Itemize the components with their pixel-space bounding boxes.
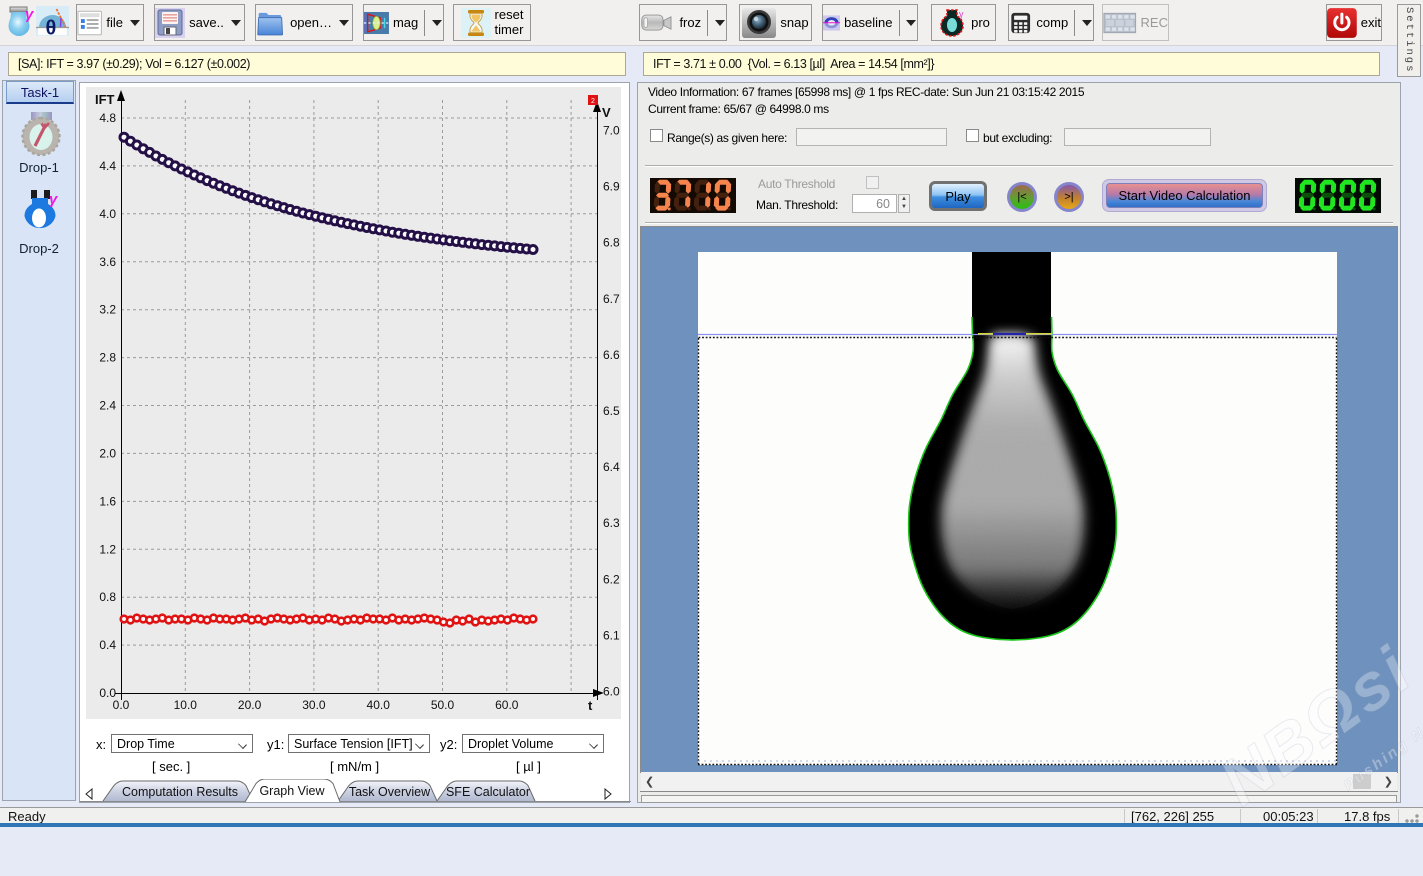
svg-text:3.6: 3.6: [99, 255, 116, 269]
svg-text:Graph View: Graph View: [259, 784, 325, 798]
svg-text:SFE Calculator: SFE Calculator: [446, 785, 530, 799]
svg-text:6.4: 6.4: [603, 460, 620, 474]
svg-text:6.5: 6.5: [603, 404, 620, 418]
svg-text:1.2: 1.2: [99, 542, 116, 556]
svg-text:6.6: 6.6: [603, 348, 620, 362]
svg-text:6.7: 6.7: [603, 292, 620, 306]
svg-text:6.2: 6.2: [603, 572, 620, 586]
svg-text:t: t: [588, 698, 593, 713]
svg-text:V: V: [602, 105, 611, 120]
svg-text:IFT: IFT: [95, 92, 115, 107]
svg-text:0.4: 0.4: [99, 638, 116, 652]
svg-text:γ: γ: [25, 6, 35, 23]
svg-text:30.0: 30.0: [302, 698, 326, 712]
svg-text:θ: θ: [46, 18, 57, 39]
svg-text:γ: γ: [959, 9, 964, 19]
svg-text:Computation Results: Computation Results: [122, 785, 238, 799]
svg-text:4.8: 4.8: [99, 111, 116, 125]
svg-text:2.8: 2.8: [99, 351, 116, 365]
svg-text:6.8: 6.8: [603, 236, 620, 250]
svg-text:2.4: 2.4: [99, 399, 116, 413]
svg-text:40.0: 40.0: [367, 698, 391, 712]
svg-text:γ: γ: [49, 191, 59, 208]
svg-text:20.0: 20.0: [238, 698, 262, 712]
svg-text:6.1: 6.1: [603, 628, 620, 642]
svg-text:4.0: 4.0: [99, 207, 116, 221]
svg-text:6.3: 6.3: [603, 516, 620, 530]
svg-text:0.8: 0.8: [99, 590, 116, 604]
svg-text:0.0: 0.0: [113, 698, 130, 712]
svg-text:2: 2: [591, 98, 595, 105]
svg-text:6.0: 6.0: [603, 685, 620, 699]
svg-text:7.0: 7.0: [603, 124, 620, 138]
svg-text:60.0: 60.0: [495, 698, 519, 712]
svg-text:4.4: 4.4: [99, 159, 116, 173]
svg-text:Task Overview: Task Overview: [349, 785, 431, 799]
svg-text:2.0: 2.0: [99, 446, 116, 460]
svg-text:6.9: 6.9: [603, 180, 620, 194]
svg-text:50.0: 50.0: [431, 698, 455, 712]
svg-text:1.6: 1.6: [99, 494, 116, 508]
svg-text:10.0: 10.0: [174, 698, 198, 712]
svg-text:3.2: 3.2: [99, 303, 116, 317]
